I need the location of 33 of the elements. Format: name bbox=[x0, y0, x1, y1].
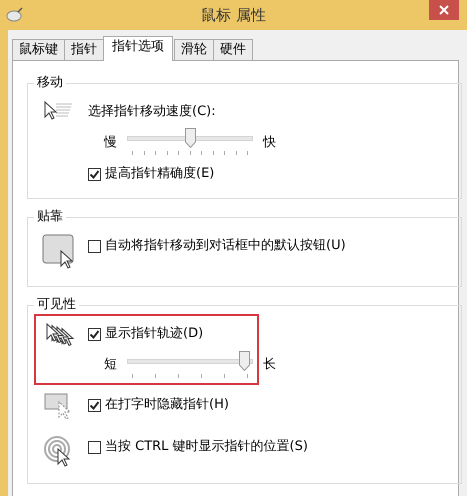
window-title: 鼠标 属性 bbox=[201, 6, 266, 25]
checkbox[interactable]: 当按 CTRL 键时显示指针的位置(S) bbox=[88, 439, 308, 455]
pointer-locate-icon bbox=[43, 435, 73, 467]
group-title: 移动 bbox=[34, 75, 66, 91]
pointer-speed-icon bbox=[42, 100, 74, 122]
tab[interactable]: 硬件 bbox=[213, 39, 253, 60]
slider-max-label: 快 bbox=[263, 135, 276, 151]
hidden-pointer-icon bbox=[44, 393, 72, 421]
tab[interactable]: 滑轮 bbox=[174, 39, 214, 60]
group-title: 可见性 bbox=[34, 297, 79, 313]
tab[interactable]: 指针 bbox=[64, 39, 104, 60]
slider-thumb[interactable] bbox=[184, 128, 196, 148]
checkbox[interactable]: 自动将指针移动到对话框中的默认按钮(U) bbox=[88, 238, 346, 254]
check-icon bbox=[89, 400, 100, 410]
close-icon bbox=[439, 5, 449, 15]
slider-min-label: 慢 bbox=[104, 135, 117, 151]
checkbox[interactable]: 在打字时隐藏指针(H) bbox=[88, 397, 229, 413]
mouse-icon bbox=[6, 7, 24, 23]
group-title: 贴靠 bbox=[34, 209, 66, 225]
label: 选择指针移动速度(C): bbox=[88, 104, 217, 120]
slider[interactable] bbox=[127, 128, 253, 158]
tab[interactable]: 鼠标键 bbox=[12, 39, 65, 60]
slider-min-label: 短 bbox=[104, 357, 117, 373]
slider-thumb[interactable] bbox=[238, 351, 250, 371]
check-icon bbox=[89, 168, 100, 180]
slider-max-label: 长 bbox=[263, 357, 276, 373]
close-button[interactable] bbox=[429, 0, 459, 20]
pointer-on-button-icon bbox=[42, 234, 74, 270]
check-icon bbox=[89, 328, 100, 340]
tab[interactable]: 指针选项 bbox=[103, 36, 173, 61]
checkbox[interactable]: 提高指针精确度(E) bbox=[88, 166, 276, 182]
checkbox[interactable]: 显示指针轨迹(D) bbox=[88, 326, 276, 342]
slider[interactable] bbox=[127, 351, 253, 379]
